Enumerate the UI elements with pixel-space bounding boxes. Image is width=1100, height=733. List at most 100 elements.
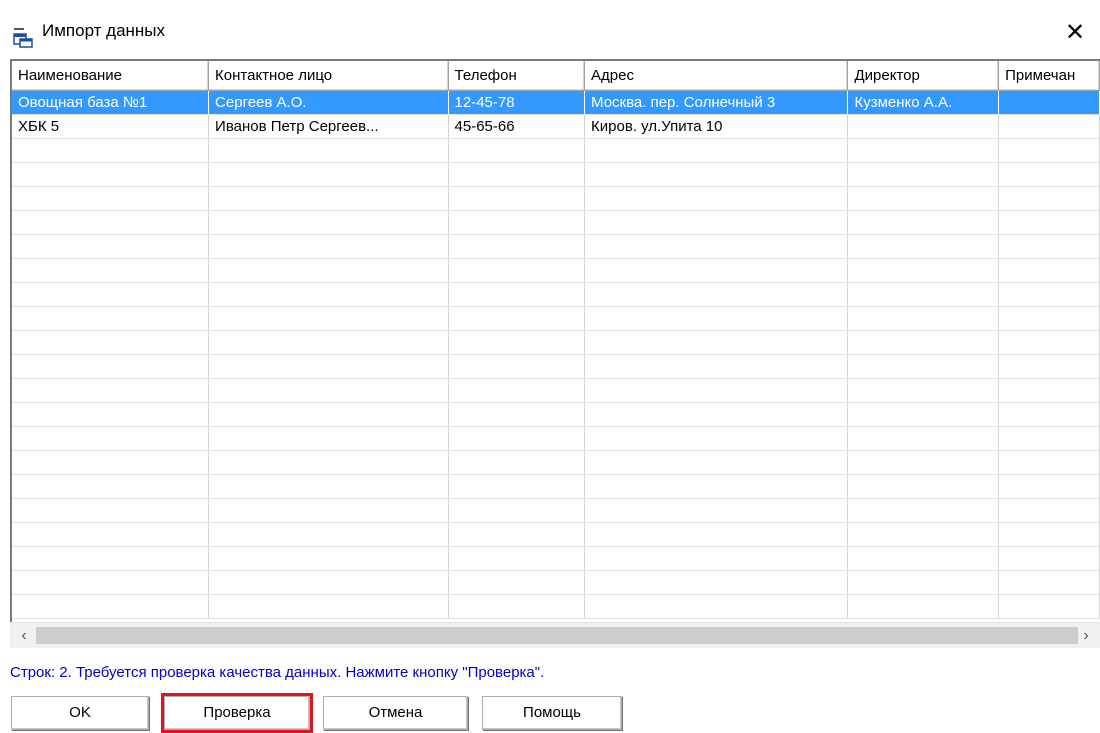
empty-cell bbox=[847, 546, 1000, 571]
cell-name[interactable]: Овощная база №1 bbox=[12, 90, 210, 115]
cell-contact[interactable]: Иванов Петр Сергеев... bbox=[208, 114, 449, 139]
empty-cell bbox=[998, 426, 1100, 451]
empty-row bbox=[12, 594, 1100, 619]
ok-button[interactable]: OK bbox=[11, 696, 149, 730]
window-title: Импорт данных bbox=[42, 21, 166, 40]
empty-cell bbox=[584, 162, 849, 187]
horizontal-scrollbar[interactable]: ‹ › bbox=[10, 622, 1100, 648]
column-header-address[interactable]: Адрес bbox=[584, 61, 849, 91]
empty-cell bbox=[998, 594, 1100, 619]
empty-cell bbox=[998, 450, 1100, 475]
empty-cell bbox=[12, 210, 210, 235]
empty-cell bbox=[208, 138, 449, 163]
empty-cell bbox=[12, 594, 210, 619]
empty-cell bbox=[998, 306, 1100, 331]
cell-phone[interactable]: 12-45-78 bbox=[448, 90, 586, 115]
empty-cell bbox=[847, 234, 1000, 259]
empty-cell bbox=[584, 546, 849, 571]
empty-cell bbox=[584, 522, 849, 547]
empty-cell bbox=[448, 570, 586, 595]
empty-cell bbox=[448, 258, 586, 283]
empty-cell bbox=[847, 282, 1000, 307]
empty-row bbox=[12, 162, 1100, 187]
empty-cell bbox=[998, 378, 1100, 403]
cell-note[interactable] bbox=[998, 114, 1100, 139]
empty-cell bbox=[584, 426, 849, 451]
empty-cell bbox=[12, 522, 210, 547]
empty-cell bbox=[448, 210, 586, 235]
empty-cell bbox=[448, 522, 586, 547]
scrollbar-thumb[interactable] bbox=[36, 627, 1078, 644]
empty-cell bbox=[998, 570, 1100, 595]
cell-director[interactable]: Кузменко А.А. bbox=[847, 90, 1000, 115]
check-button[interactable]: Проверка bbox=[161, 693, 313, 733]
column-header-phone[interactable]: Телефон bbox=[448, 61, 586, 91]
empty-cell bbox=[847, 378, 1000, 403]
empty-cell bbox=[12, 330, 210, 355]
scroll-left-arrow-icon[interactable]: ‹ bbox=[12, 623, 36, 649]
column-header-director[interactable]: Директор bbox=[847, 61, 1000, 91]
cell-address[interactable]: Киров. ул.Упита 10 bbox=[584, 114, 849, 139]
empty-cell bbox=[847, 498, 1000, 523]
help-button[interactable]: Помощь bbox=[482, 696, 622, 730]
empty-cell bbox=[208, 522, 449, 547]
scroll-right-arrow-icon[interactable]: › bbox=[1074, 623, 1098, 649]
empty-row bbox=[12, 282, 1100, 307]
empty-cell bbox=[12, 474, 210, 499]
empty-row bbox=[12, 546, 1100, 571]
cell-contact[interactable]: Сергеев А.О. bbox=[208, 90, 449, 115]
empty-cell bbox=[847, 570, 1000, 595]
empty-cell bbox=[584, 498, 849, 523]
empty-cell bbox=[847, 354, 1000, 379]
empty-cell bbox=[448, 426, 586, 451]
table-row[interactable]: ХБК 5 Иванов Петр Сергеев... 45-65-66 Ки… bbox=[12, 114, 1100, 139]
table-row[interactable]: Овощная база №1 Сергеев А.О. 12-45-78 Мо… bbox=[12, 90, 1100, 115]
data-grid[interactable]: Наименование Контактное лицо Телефон Адр… bbox=[10, 59, 1100, 648]
empty-cell bbox=[208, 546, 449, 571]
empty-cell bbox=[208, 162, 449, 187]
column-header-note[interactable]: Примечан bbox=[998, 61, 1100, 91]
cell-director[interactable] bbox=[847, 114, 1000, 139]
empty-cell bbox=[448, 474, 586, 499]
empty-cell bbox=[584, 474, 849, 499]
empty-cell bbox=[584, 450, 849, 475]
empty-cell bbox=[12, 282, 210, 307]
empty-cell bbox=[998, 258, 1100, 283]
column-header-contact[interactable]: Контактное лицо bbox=[208, 61, 449, 91]
empty-row bbox=[12, 258, 1100, 283]
empty-row bbox=[12, 306, 1100, 331]
empty-cell bbox=[448, 354, 586, 379]
empty-cell bbox=[208, 498, 449, 523]
empty-cell bbox=[448, 186, 586, 211]
empty-cell bbox=[448, 138, 586, 163]
column-header-name[interactable]: Наименование bbox=[12, 61, 210, 91]
empty-cell bbox=[998, 498, 1100, 523]
empty-cell bbox=[12, 258, 210, 283]
empty-cell bbox=[448, 450, 586, 475]
empty-row bbox=[12, 354, 1100, 379]
empty-cell bbox=[584, 330, 849, 355]
empty-cell bbox=[584, 138, 849, 163]
empty-cell bbox=[208, 402, 449, 427]
cell-address[interactable]: Москва. пер. Солнечный 3 bbox=[584, 90, 849, 115]
empty-row bbox=[12, 330, 1100, 355]
empty-row bbox=[12, 450, 1100, 475]
empty-cell bbox=[208, 330, 449, 355]
empty-cell bbox=[998, 210, 1100, 235]
empty-cell bbox=[12, 354, 210, 379]
empty-cell bbox=[847, 258, 1000, 283]
empty-cell bbox=[12, 498, 210, 523]
table-import-icon bbox=[13, 28, 33, 48]
close-icon[interactable]: ✕ bbox=[1060, 18, 1090, 48]
empty-cell bbox=[847, 162, 1000, 187]
empty-row bbox=[12, 498, 1100, 523]
empty-cell bbox=[998, 402, 1100, 427]
table-header-row: Наименование Контактное лицо Телефон Адр… bbox=[12, 61, 1100, 91]
empty-cell bbox=[208, 474, 449, 499]
empty-cell bbox=[208, 234, 449, 259]
cell-phone[interactable]: 45-65-66 bbox=[448, 114, 586, 139]
empty-cell bbox=[847, 474, 1000, 499]
cell-name[interactable]: ХБК 5 bbox=[12, 114, 210, 139]
cell-note[interactable] bbox=[998, 90, 1100, 115]
cancel-button[interactable]: Отмена bbox=[323, 696, 468, 730]
